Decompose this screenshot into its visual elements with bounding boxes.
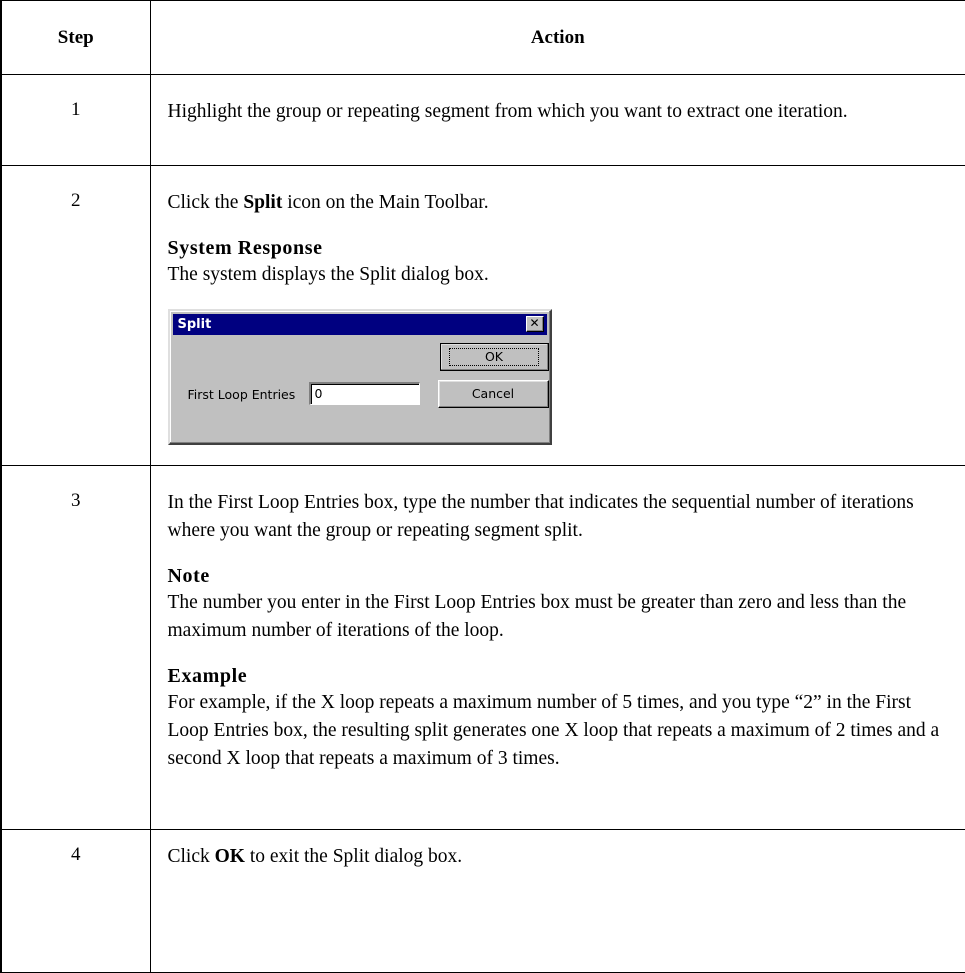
example-heading: Example — [167, 665, 248, 687]
step-number: 2 — [0, 165, 151, 466]
ok-button-label: OK — [449, 348, 539, 366]
example-text: For example, if the X loop repeats a max… — [167, 692, 940, 769]
step-text: In the First Loop Entries box, type the … — [167, 492, 914, 541]
step-action: In the First Loop Entries box, type the … — [149, 465, 965, 830]
close-icon[interactable]: ✕ — [525, 316, 544, 332]
split-dialog: Split ✕ First Loop Entries 0 OK Cancel — [167, 309, 552, 445]
ok-term: OK — [214, 846, 245, 867]
step-text: Click OK to exit the Split dialog box. — [168, 843, 946, 871]
first-loop-entries-label: First Loop Entries — [187, 387, 296, 402]
split-term: Split — [243, 192, 283, 213]
step-column-header: Step — [0, 0, 151, 75]
table-row: 3 In the First Loop Entries box, type th… — [0, 465, 965, 830]
step-number: 1 — [0, 74, 151, 166]
dialog-title: Split — [177, 317, 212, 332]
action-column-header: Action — [149, 0, 965, 75]
note-text: The number you enter in the First Loop E… — [167, 592, 907, 641]
step-action: Click OK to exit the Split dialog box. — [149, 829, 965, 973]
table-row: 2 Click the Split icon on the Main Toolb… — [0, 165, 965, 466]
step-number: 3 — [0, 465, 151, 830]
step-text-part: Click — [167, 846, 215, 867]
ok-button[interactable]: OK — [439, 343, 549, 371]
system-response-text: The system displays the Split dialog box… — [167, 264, 489, 285]
procedure-table: Step Action 1 Highlight the group or rep… — [0, 0, 965, 973]
step-text-part: Click the — [167, 192, 244, 213]
table-row: 1 Highlight the group or repeating segme… — [0, 74, 965, 166]
step-text-part: icon on the Main Toolbar. — [282, 192, 489, 213]
step-action: Click the Split icon on the Main Toolbar… — [149, 165, 965, 466]
dialog-titlebar: Split ✕ — [172, 314, 547, 335]
cancel-button[interactable]: Cancel — [437, 380, 549, 408]
step-text: Click the Split icon on the Main Toolbar… — [168, 189, 946, 217]
table-row: 4 Click OK to exit the Split dialog box. — [0, 829, 965, 973]
table-header-row: Step Action — [0, 0, 965, 75]
step-number: 4 — [0, 829, 151, 973]
step-text-part: to exit the Split dialog box. — [244, 846, 463, 867]
note-heading: Note — [167, 565, 210, 587]
first-loop-entries-input[interactable]: 0 — [308, 382, 420, 405]
step-text: Highlight the group or repeating segment… — [167, 101, 848, 122]
system-response-heading: System Response — [167, 237, 323, 259]
step-action: Highlight the group or repeating segment… — [149, 74, 965, 166]
